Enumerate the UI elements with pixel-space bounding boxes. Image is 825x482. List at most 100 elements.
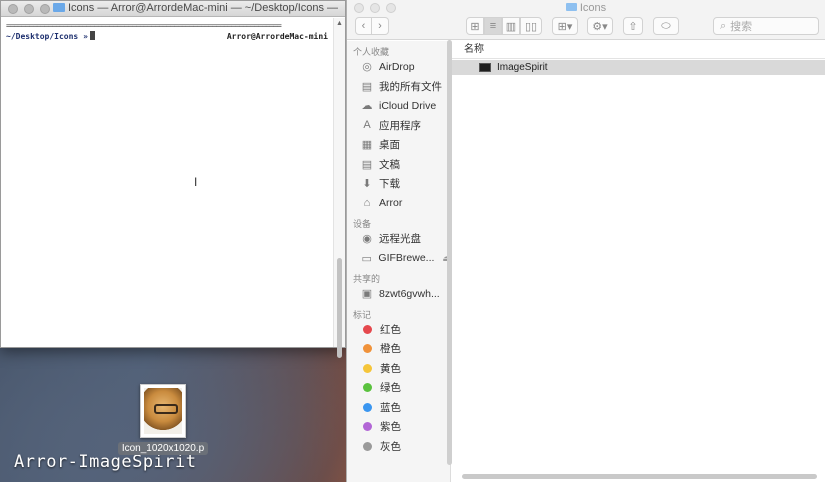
sidebar-item-label: Arror	[379, 197, 403, 210]
desktop-overlay-label: Arror-ImageSpirit	[14, 452, 197, 472]
terminal-prompt: ~/Desktop/Icons »	[6, 32, 88, 41]
sidebar-item[interactable]: ▭GIFBrewe...⏏	[347, 249, 451, 269]
sidebar-item[interactable]: ⌂ Arror	[347, 194, 450, 214]
sidebar-tag-item[interactable]: 紫色	[347, 417, 450, 437]
terminal-titlebar[interactable]: Icons — Arror@ArrordeMac-mini — ~/Deskto…	[1, 1, 345, 17]
sidebar-item-label: 应用程序	[379, 119, 421, 132]
sidebar-item-label: 桌面	[379, 139, 400, 152]
horizontal-scrollbar[interactable]	[462, 474, 817, 479]
folder-icon	[565, 3, 577, 11]
sidebar-tag-item[interactable]: 蓝色	[347, 398, 450, 418]
downloads-icon: ⬇	[362, 178, 372, 191]
sidebar-item[interactable]: ▦ 桌面	[347, 135, 450, 155]
sidebar-tag-item[interactable]: 橙色	[347, 339, 450, 359]
file-thumbnail-icon	[140, 384, 186, 438]
icloud-icon: ☁	[361, 100, 373, 113]
sidebar-header-tags: 标记	[353, 309, 372, 320]
terminal-scrollbar[interactable]: ▲	[333, 18, 345, 358]
executable-icon	[479, 63, 491, 72]
tag-color-dot-icon	[363, 344, 372, 354]
sidebar-item[interactable]: ▤ 文稿	[347, 155, 450, 175]
terminal-window[interactable]: Icons — Arror@ArrordeMac-mini — ~/Deskto…	[0, 0, 346, 358]
ibeam-cursor-icon: I	[194, 175, 198, 189]
sidebar-item[interactable]: ☁ iCloud Drive	[347, 96, 450, 116]
terminal-host: Arror@ArrordeMac-mini	[226, 32, 328, 41]
sidebar-item-label: 下载	[379, 178, 400, 191]
sidebar-item-label: 8zwt6gvwh...	[379, 287, 440, 300]
sidebar-item-label: 远程光盘	[379, 233, 421, 246]
sidebar-tag-item[interactable]: 黄色	[347, 359, 450, 379]
tag-label: 紫色	[380, 421, 401, 434]
sidebar-item-label: 文稿	[379, 158, 400, 171]
finder-window[interactable]: Icons ‹ › ⊞ ≡ ▥ ▯▯ ⊞▾ ⚙▾ ⇧ ⬭ ⌕ 搜索 个人收藏 ◎ A…	[346, 0, 825, 482]
tag-color-dot-icon	[363, 363, 372, 373]
forward-button[interactable]: ›	[372, 17, 389, 35]
tag-color-dot-icon	[363, 441, 372, 451]
scroll-up-arrow-icon[interactable]: ▲	[336, 20, 343, 27]
finder-title-text: Icons	[579, 2, 607, 14]
tag-color-dot-icon	[363, 422, 372, 432]
tag-color-dot-icon	[363, 402, 372, 412]
column-view-button[interactable]: ▥	[502, 17, 520, 35]
share-button[interactable]: ⇧	[623, 17, 643, 35]
tag-color-dot-icon	[363, 383, 372, 393]
sidebar-tag-item[interactable]: 绿色	[347, 378, 450, 398]
sidebar-scrollbar[interactable]	[447, 40, 452, 465]
file-name: ImageSpirit	[497, 62, 548, 73]
all-files-icon: ▤	[361, 80, 373, 93]
search-placeholder: 搜索	[730, 21, 753, 33]
home-icon: ⌂	[363, 197, 371, 210]
sidebar-item[interactable]: A 应用程序	[347, 116, 450, 136]
file-list: 名称 ImageSpirit	[452, 41, 825, 482]
zoom-button[interactable]	[40, 4, 50, 14]
list-view-button[interactable]: ≡	[484, 17, 502, 35]
tag-label: 蓝色	[380, 401, 401, 414]
sidebar-item[interactable]: ▣ 8zwt6gvwh...	[347, 284, 450, 304]
finder-toolbar: ‹ › ⊞ ≡ ▥ ▯▯ ⊞▾ ⚙▾ ⇧ ⬭ ⌕ 搜索	[347, 16, 825, 40]
sidebar-item-label: iCloud Drive	[379, 99, 437, 112]
action-gear-button[interactable]: ⚙▾	[587, 17, 613, 35]
applications-icon: A	[363, 119, 371, 132]
sidebar-item-label: 我的所有文件	[379, 80, 442, 93]
tag-label: 灰色	[380, 440, 401, 453]
terminal-title: Icons — Arror@ArrordeMac-mini — ~/Deskto…	[53, 2, 341, 14]
sidebar-item-label: AirDrop	[379, 60, 415, 73]
back-button[interactable]: ‹	[355, 17, 372, 35]
terminal-separator: ========================================…	[6, 21, 282, 30]
terminal-content[interactable]: ========================================…	[1, 18, 333, 347]
tag-label: 红色	[380, 323, 401, 336]
folder-icon	[53, 3, 65, 12]
sidebar-header-favorites: 个人收藏	[353, 47, 390, 57]
computer-icon: ▣	[361, 288, 373, 301]
cover-flow-button[interactable]: ▯▯	[520, 17, 542, 35]
sidebar-header-devices: 设备	[353, 219, 372, 229]
tags-button[interactable]: ⬭	[653, 17, 679, 35]
sidebar-item[interactable]: ⬇ 下载	[347, 174, 450, 194]
tag-label: 橙色	[380, 343, 401, 356]
sidebar-item-label: GIFBrewe...	[378, 252, 435, 265]
documents-icon: ▤	[361, 158, 373, 171]
search-input[interactable]: ⌕ 搜索	[713, 17, 819, 35]
table-row[interactable]: ImageSpirit	[452, 60, 825, 75]
tag-label: 黄色	[380, 362, 401, 375]
finder-titlebar[interactable]: Icons	[347, 0, 825, 16]
sidebar-item[interactable]: ◉ 远程光盘	[347, 229, 450, 249]
terminal-prompt-line: ~/Desktop/Icons » Arror@ArrordeMac-mini	[6, 31, 328, 43]
column-header-name[interactable]: 名称	[452, 41, 825, 59]
tag-label: 绿色	[380, 382, 401, 395]
sidebar-item[interactable]: ◎ AirDrop	[347, 57, 450, 77]
minimize-button[interactable]	[24, 4, 34, 14]
desktop-icon: ▦	[361, 139, 373, 152]
close-button[interactable]	[8, 4, 18, 14]
arrange-button[interactable]: ⊞▾	[552, 17, 578, 35]
sidebar-tag-item[interactable]: 灰色	[347, 437, 450, 457]
icon-view-button[interactable]: ⊞	[466, 17, 484, 35]
sidebar-item[interactable]: ▤ 我的所有文件	[347, 77, 450, 97]
finder-sidebar: 个人收藏 ◎ AirDrop ▤ 我的所有文件 ☁ iCloud Drive A 应用程序 ▦ 桌…	[347, 41, 451, 482]
desktop-file-name: Icon_1020x1020.p	[118, 442, 208, 455]
scrollbar-thumb[interactable]	[337, 258, 342, 358]
sidebar-header-shared: 共享的	[353, 274, 381, 284]
desktop-file[interactable]: Icon_1020x1020.p	[118, 384, 208, 455]
sidebar-tag-item[interactable]: 红色	[347, 320, 450, 340]
text-cursor	[89, 31, 95, 40]
